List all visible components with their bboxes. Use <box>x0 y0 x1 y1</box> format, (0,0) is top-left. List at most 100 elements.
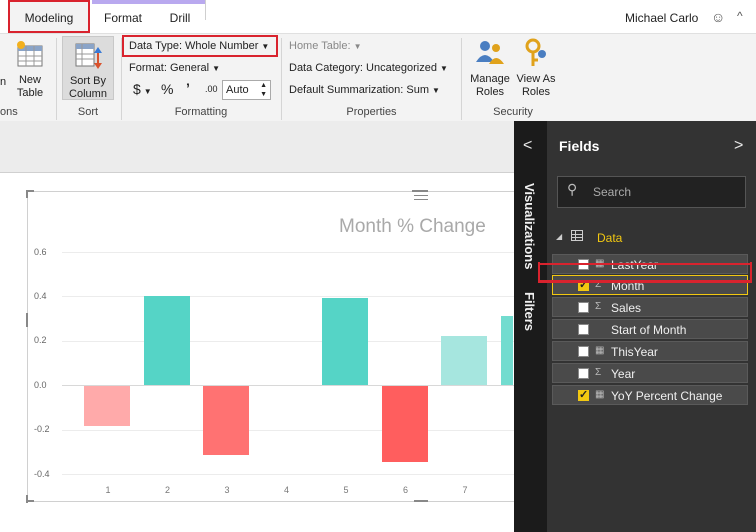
visualizations-pane-tab[interactable]: Visualizations <box>522 183 537 269</box>
group-separator <box>56 38 57 120</box>
group-label-sort: Sort <box>77 106 99 118</box>
stepper-arrows-icon[interactable]: ▲ ▼ <box>260 81 267 99</box>
new-table-button[interactable]: New Table <box>12 40 48 100</box>
field-item[interactable]: Start of Month <box>552 319 748 339</box>
tab-modeling[interactable]: Modeling <box>8 0 90 33</box>
bar-8[interactable] <box>500 316 513 385</box>
x-tick-label: 4 <box>283 485 289 495</box>
x-tick-label: 3 <box>224 485 230 495</box>
user-name[interactable]: Michael Carlo <box>625 11 698 25</box>
calculator-icon: ▦ <box>595 389 605 400</box>
field-item[interactable]: ▦ YoY Percent Change <box>552 385 748 405</box>
tab-format[interactable]: Format <box>92 0 154 33</box>
currency-symbol: $ <box>133 81 141 97</box>
chevron-down-icon: ▼ <box>439 64 448 73</box>
sigma-icon: Σ <box>595 367 602 378</box>
visual-frame-top <box>27 191 514 192</box>
manage-roles-line2: Roles <box>475 86 505 98</box>
home-table-dropdown[interactable]: Home Table: ▼ <box>289 40 361 52</box>
bar-3[interactable] <box>203 386 249 455</box>
bar-1[interactable] <box>84 386 130 427</box>
x-tick-label: 7 <box>462 485 468 495</box>
fields-search-input[interactable] <box>557 176 746 208</box>
gridline <box>62 430 514 431</box>
smile-icon[interactable]: ☺ <box>711 9 725 25</box>
field-item[interactable]: Σ Sales <box>552 297 748 317</box>
resize-handle-bottom-left-h[interactable] <box>26 500 34 502</box>
chevron-right-icon[interactable]: > <box>734 137 743 155</box>
chevron-down-icon: ▼ <box>353 42 362 51</box>
new-column-label-fragment[interactable]: n <box>0 76 8 89</box>
drag-grip-line[interactable] <box>414 195 428 196</box>
chevron-down-icon: ▼ <box>432 86 440 95</box>
bar-6[interactable] <box>381 386 428 462</box>
group-separator <box>461 38 462 120</box>
y-tick-label: -0.2 <box>34 424 50 434</box>
chart-title: Month % Change <box>339 216 486 237</box>
visual-frame-bottom <box>27 501 514 502</box>
view-as-roles-button[interactable]: View As Roles <box>514 38 558 100</box>
decimal-places-stepper[interactable]: Auto ▲ ▼ <box>222 80 271 100</box>
x-tick-label: 5 <box>343 485 349 495</box>
resize-handle-top-left-v[interactable] <box>26 190 28 198</box>
field-name: Year <box>611 367 636 381</box>
sort-by-column-icon <box>75 43 102 69</box>
comma-button[interactable]: ’ <box>186 80 190 96</box>
tab-drill[interactable]: Drill <box>154 0 206 33</box>
view-as-roles-line2: Roles <box>521 86 551 98</box>
drag-grip-line[interactable] <box>414 199 428 200</box>
sort-by-column-button[interactable]: Sort By Column <box>62 36 114 100</box>
default-summarization-dropdown[interactable]: Default Summarization: Sum ▼ <box>289 84 440 96</box>
fields-search-placeholder: Search <box>593 185 632 199</box>
bar-2[interactable] <box>143 296 190 385</box>
sigma-icon: Σ <box>595 301 602 312</box>
field-checkbox[interactable] <box>578 324 589 335</box>
resize-handle-bottom[interactable] <box>414 500 428 502</box>
field-item[interactable]: Σ Year <box>552 363 748 383</box>
field-checkbox[interactable] <box>578 388 589 401</box>
currency-button[interactable]: $ ▼ <box>133 81 152 97</box>
gridline <box>62 474 514 475</box>
sort-by-line2: Column <box>69 88 107 100</box>
x-tick-label: 2 <box>164 485 170 495</box>
field-item[interactable]: ▦ ThisYear <box>552 341 748 361</box>
group-separator <box>281 38 282 120</box>
percent-button[interactable]: % <box>161 81 173 97</box>
new-table-icon <box>17 41 43 67</box>
page-header-bar <box>0 121 514 173</box>
manage-roles-button[interactable]: Manage Roles <box>468 38 512 100</box>
calculator-icon: ▦ <box>595 345 605 356</box>
chevron-down-icon: ▼ <box>212 64 221 73</box>
manage-roles-icon <box>476 41 504 64</box>
y-tick-label: 0.6 <box>34 247 47 257</box>
ribbon: n ons New Table Sort By Column Sort Data… <box>0 33 756 121</box>
filters-pane-tab[interactable]: Filters <box>522 292 537 331</box>
field-checkbox[interactable] <box>578 368 589 379</box>
collapse-triangle-icon[interactable]: ◢ <box>556 232 562 241</box>
data-category-dropdown[interactable]: Data Category: Uncategorized ▼ <box>289 62 448 74</box>
bar-7[interactable] <box>441 336 487 385</box>
drag-grip-icon[interactable] <box>412 190 428 192</box>
tab-divider <box>205 0 206 20</box>
x-tick-label: 1 <box>105 485 111 495</box>
decimal-places-value: Auto <box>226 84 249 96</box>
resize-handle-left[interactable] <box>26 313 28 327</box>
y-tick-label: 0.0 <box>34 380 47 390</box>
ribbon-tab-bar: Modeling Format Drill Michael Carlo ☺ ^ <box>0 0 756 33</box>
field-checkbox[interactable] <box>578 302 589 313</box>
table-name: Data <box>597 231 623 245</box>
bar-5[interactable] <box>322 298 368 385</box>
chevron-left-icon[interactable]: < <box>523 137 532 155</box>
field-name: ThisYear <box>611 345 658 359</box>
data-category-label: Data Category: Uncategorized <box>289 62 437 74</box>
month-field-highlight-lower <box>538 262 752 282</box>
format-dropdown[interactable]: Format: General ▼ <box>129 62 220 74</box>
sort-by-line1: Sort By <box>69 75 107 87</box>
collapse-ribbon-icon[interactable]: ^ <box>737 9 743 23</box>
view-as-roles-icon <box>525 38 546 66</box>
field-checkbox[interactable] <box>578 346 589 357</box>
y-tick-label: 0.2 <box>34 335 47 345</box>
gridline <box>62 296 514 297</box>
decimal-button[interactable]: .00 <box>205 84 218 94</box>
group-label-properties: Properties <box>346 106 397 118</box>
